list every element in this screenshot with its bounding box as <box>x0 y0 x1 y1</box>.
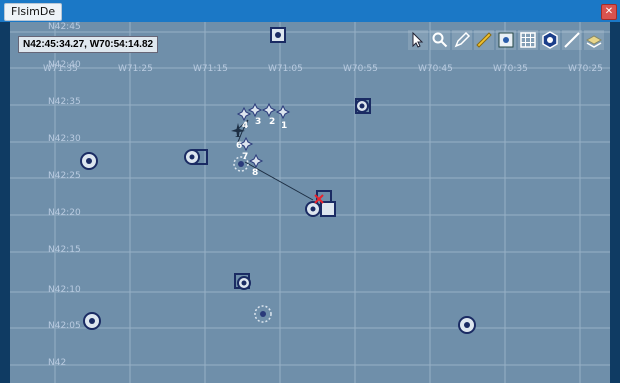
window-title: FlsimDe <box>4 3 63 21</box>
unit-diamond-icon <box>83 312 101 330</box>
map-canvas[interactable]: N42:45 N42:40 N42:35 N42:30 N42:25 N42:2… <box>10 22 610 383</box>
waypoint-label: 3 <box>255 117 262 127</box>
left-frame <box>0 22 10 383</box>
unit-square-icon <box>234 273 251 290</box>
close-button[interactable]: ✕ <box>601 4 617 20</box>
right-frame <box>610 22 620 383</box>
waypoint-icon <box>236 106 252 122</box>
unit-square-icon <box>355 98 371 114</box>
waypoint-label: 7 <box>242 152 249 162</box>
waypoint-icon <box>248 153 264 169</box>
unit-diamond-icon <box>80 152 98 170</box>
sensor-burst-icon <box>254 305 272 323</box>
target-cluster-icon <box>305 190 336 217</box>
waypoint-label: 2 <box>269 117 276 127</box>
unit-square-icon <box>184 149 208 165</box>
unit-square-icon <box>270 27 286 43</box>
title-bar: FlsimDe ✕ <box>0 0 620 22</box>
waypoint-icon <box>261 102 277 118</box>
waypoint-label: 8 <box>252 168 259 178</box>
symbols-overlay <box>80 27 476 334</box>
waypoint-label: 4 <box>242 121 249 131</box>
waypoint-label: 6 <box>236 141 243 151</box>
waypoint-icon <box>275 104 291 120</box>
waypoint-icon <box>247 102 263 118</box>
unit-diamond-icon <box>458 316 476 334</box>
waypoint-label: 1 <box>281 121 288 131</box>
